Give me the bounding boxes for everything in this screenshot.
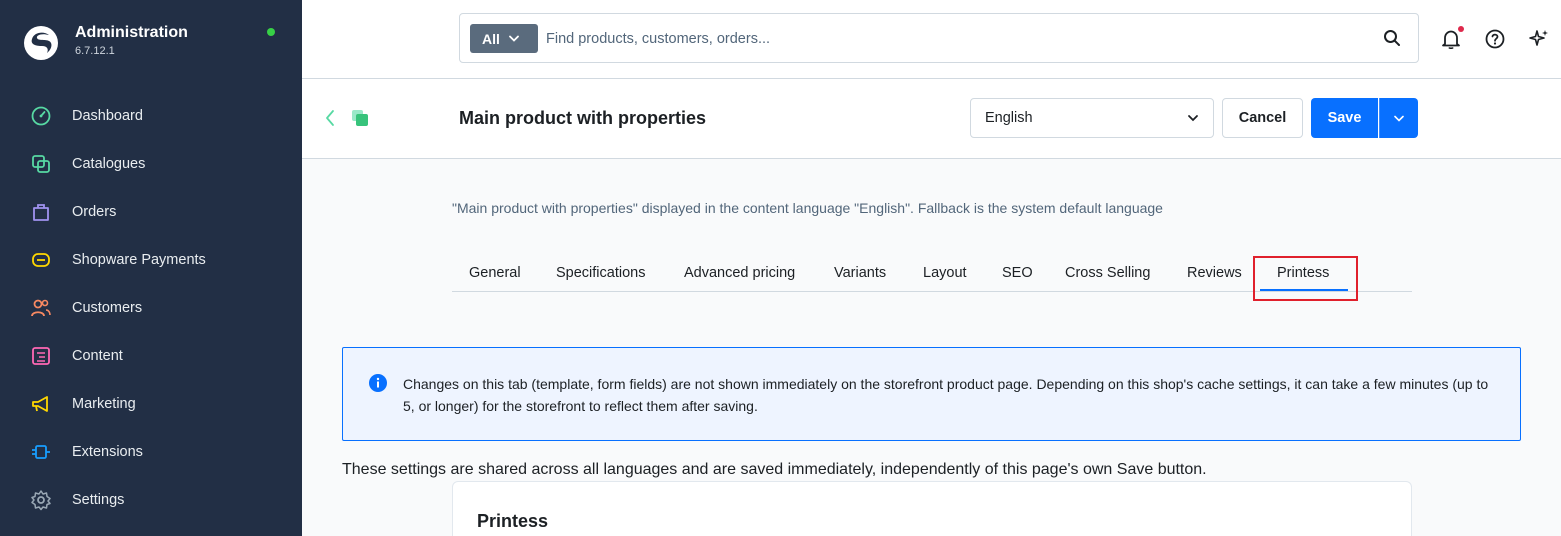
sidebar-item-label: Content (72, 348, 123, 364)
card-title: Printess (477, 511, 549, 531)
search-filter-label: All (482, 30, 500, 47)
product-module-icon (352, 110, 368, 126)
ai-sparkle-icon[interactable] (1528, 28, 1550, 50)
search-input[interactable] (546, 24, 1346, 53)
catalogue-icon (32, 155, 50, 173)
sidebar-item-settings[interactable]: Settings (0, 480, 302, 520)
app-version: 6.7.12.1 (75, 45, 115, 57)
extensions-icon (32, 445, 50, 459)
notification-badge-icon (1458, 26, 1464, 32)
sidebar-item-catalogues[interactable]: Catalogues (0, 144, 302, 184)
sidebar-item-marketing[interactable]: Marketing (0, 384, 302, 424)
sidebar-item-dashboard[interactable]: Dashboard (0, 96, 302, 136)
payments-icon (32, 253, 50, 267)
content-icon (32, 347, 50, 365)
printess-card: Printess (452, 481, 1412, 536)
app-title: Administration (75, 24, 188, 41)
shared-settings-note: These settings are shared across all lan… (342, 461, 1207, 478)
sidebar-item-label: Customers (72, 300, 143, 316)
cancel-button[interactable]: Cancel (1222, 98, 1303, 138)
language-select[interactable]: English (970, 98, 1214, 138)
tab-cross-selling[interactable]: Cross Selling (1065, 265, 1150, 281)
language-select-value: English (985, 110, 1033, 126)
sidebar-item-shopware-payments[interactable]: Shopware Payments (0, 240, 302, 280)
tab-general[interactable]: General (469, 265, 521, 281)
tab-layout[interactable]: Layout (923, 265, 967, 281)
language-info-text: "Main product with properties" displayed… (452, 200, 1163, 216)
tab-specifications[interactable]: Specifications (556, 265, 645, 281)
sidebar-item-label: Catalogues (72, 156, 146, 172)
tab-seo[interactable]: SEO (1002, 265, 1033, 281)
page-header: Main product with properties English Can… (302, 79, 1561, 159)
sidebar-item-customers[interactable]: Customers (0, 288, 302, 328)
customers-icon (31, 299, 51, 317)
tab-reviews[interactable]: Reviews (1187, 265, 1242, 281)
online-status-icon (267, 28, 275, 36)
search-icon[interactable] (1383, 29, 1401, 47)
marketing-icon (32, 396, 48, 412)
sidebar-item-label: Settings (72, 492, 125, 508)
chevron-down-icon (1188, 115, 1198, 122)
orders-icon (33, 204, 49, 221)
sidebar-item-label: Orders (72, 204, 117, 220)
sidebar-item-label: Marketing (72, 396, 136, 412)
save-button[interactable]: Save (1311, 98, 1378, 138)
chevron-down-icon (1394, 115, 1404, 122)
save-options-button[interactable] (1379, 98, 1418, 138)
sidebar-item-label: Extensions (72, 444, 143, 460)
global-search: All (459, 13, 1419, 63)
sidebar: Administration 6.7.12.1 Dashboard Catalo… (0, 0, 302, 536)
settings-icon (31, 490, 51, 511)
top-bar: All (302, 0, 1561, 79)
shopware-logo-icon (24, 26, 58, 60)
sidebar-item-orders[interactable]: Orders (0, 192, 302, 232)
search-filter-dropdown[interactable]: All (470, 24, 538, 53)
page-title: Main product with properties (459, 108, 707, 128)
sidebar-item-label: Shopware Payments (72, 252, 206, 268)
sidebar-item-label: Dashboard (72, 108, 143, 124)
chevron-left-icon[interactable] (324, 109, 336, 127)
chevron-down-icon (508, 35, 519, 42)
brand[interactable]: Administration 6.7.12.1 (0, 0, 302, 78)
dashboard-icon (31, 106, 51, 126)
sidebar-item-content[interactable]: Content (0, 336, 302, 376)
tab-variants[interactable]: Variants (834, 265, 886, 281)
alert-message: Changes on this tab (template, form fiel… (403, 376, 1489, 414)
printess-tab-highlight (1253, 256, 1358, 301)
info-icon (369, 374, 387, 392)
help-icon[interactable] (1484, 28, 1506, 50)
sidebar-item-extensions[interactable]: Extensions (0, 432, 302, 472)
tab-advanced-pricing[interactable]: Advanced pricing (684, 265, 795, 281)
info-alert: Changes on this tab (template, form fiel… (342, 347, 1521, 441)
